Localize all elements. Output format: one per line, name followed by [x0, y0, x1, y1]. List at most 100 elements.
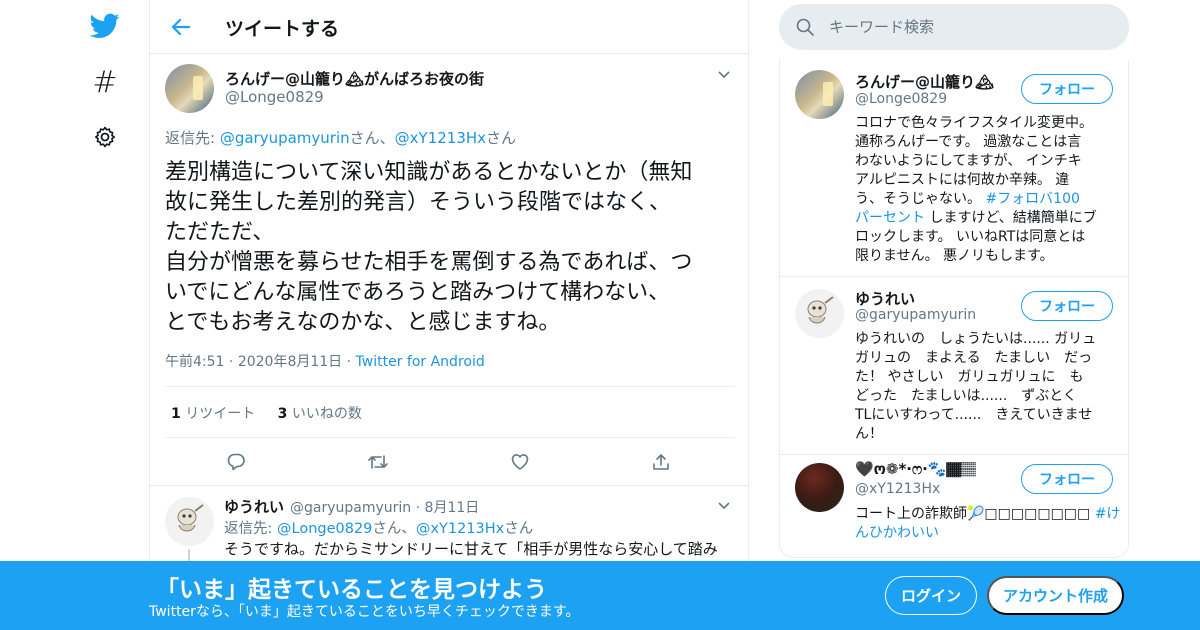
bio-line: わないようにしてますが、 インチキ — [855, 153, 1082, 169]
reply-user-link[interactable]: @garyupamyurin — [220, 129, 350, 147]
author-name[interactable]: ゆうれい — [224, 496, 284, 517]
follow-button[interactable]: フォロー — [1021, 74, 1113, 104]
tweet-text-line: 自分が憎悪を募らせた相手を罵倒する為であれば、つ — [165, 250, 693, 275]
reply-user-link[interactable]: @xY1213Hx — [395, 129, 486, 147]
user-bio: ゆうれいの しょうたいは...... ガリュ ガリュの まよえる たましい だっ… — [855, 330, 1117, 444]
avatar[interactable] — [165, 64, 214, 113]
gear-icon[interactable] — [80, 117, 130, 157]
signup-button[interactable]: アカウント作成 — [987, 576, 1124, 615]
related-users-panel: ろんげー@山籠り🏔 @Longe0829 フォロー コロナで色々ライフスタイル変… — [779, 60, 1129, 558]
chevron-down-icon[interactable] — [716, 66, 736, 86]
author-handle[interactable]: @garyupamyurin — [290, 500, 411, 516]
tweet-time[interactable]: 午前4:51 — [165, 354, 224, 370]
user-card[interactable]: ろんげー@山籠り🏔 @Longe0829 フォロー コロナで色々ライフスタイル変… — [780, 60, 1128, 277]
search-bar — [779, 4, 1129, 50]
tweet-text-line: とでもお考えなのかな、と感じますね。 — [165, 310, 561, 335]
main-tweet: ろんげー@山籠り🏔がんばろお夜の街 @Longe0829 返信先: @garyu… — [150, 54, 748, 486]
tweet-text-line: 差別構造について深い知識があるとかないとか（無知 — [165, 160, 693, 185]
page-header: ツイートする — [150, 0, 748, 54]
user-bio: コート上の詐欺師🎾□□□□□□□□ #け んひかわいい — [855, 505, 1120, 543]
bio-text: う、そうじゃない。 — [855, 191, 986, 207]
reply-user-link[interactable]: @xY1213Hx — [416, 521, 504, 537]
search-input[interactable] — [829, 4, 1109, 50]
page-title: ツイートする — [225, 18, 340, 40]
retweet-count: 1 — [171, 406, 181, 422]
reply-suffix: さん — [486, 129, 517, 147]
hashtag-link[interactable]: #フォロバ100 — [985, 191, 1079, 207]
reply-to: 返信先: @garyupamyurinさん、@xY1213Hxさん — [165, 127, 516, 148]
bio-line: パーセント しますけど、結構簡単にブ — [855, 209, 1117, 228]
hashtag-link[interactable]: んひかわいい — [855, 525, 939, 541]
bio-line: アルピニストには何故か辛辣。 違 — [855, 172, 1070, 188]
bio-line: 通称ろんげーです。 過激なことは言 — [855, 134, 1082, 150]
bio-line: TLにいすわって...... きえていきませ — [855, 407, 1093, 423]
reply-meta: @garyupamyurin · 8月11日 — [290, 500, 480, 516]
tweet-source[interactable]: Twitter for Android — [356, 354, 485, 370]
hashtag-link[interactable]: #け — [1095, 506, 1121, 522]
user-name[interactable]: 🖤ო❁*·ෆ·🐾🏾🏽 — [855, 460, 977, 478]
tweet-text-line: 故に発生した差別的発言）そういう段階ではなく、 — [165, 190, 672, 215]
search-icon — [795, 17, 815, 41]
retweet-icon[interactable] — [364, 448, 392, 476]
share-icon[interactable] — [647, 448, 675, 476]
bio-line: 限りません。 悪ノリもします。 — [855, 248, 1054, 264]
bio-line: コロナで色々ライフスタイル変更中。 — [855, 115, 1093, 131]
reply-prefix: 返信先: — [165, 129, 220, 147]
avatar[interactable] — [795, 70, 844, 119]
tweet-date[interactable]: 2020年8月11日 — [238, 354, 342, 370]
bio-line: どった たましいは...... ずぶとく — [855, 388, 1077, 404]
author-handle[interactable]: @Longe0829 — [225, 88, 324, 106]
bio-line: う、そうじゃない。 #フォロバ100 — [855, 190, 1117, 209]
user-handle[interactable]: @xY1213Hx — [855, 481, 940, 497]
hashtag-link[interactable]: パーセント — [855, 210, 925, 226]
reply-to: 返信先: @Longe0829さん、@xY1213Hxさん — [224, 517, 533, 538]
user-name[interactable]: ろんげー@山籠り🏔 — [855, 71, 994, 92]
reply-prefix: 返信先: — [224, 521, 277, 537]
reply-sep: さん、 — [372, 521, 416, 537]
bio-line: ロックします。 いいねRTは同意とは — [855, 229, 1086, 245]
tweet-text-line: ただただ、 — [165, 220, 275, 245]
left-nav: # — [80, 0, 130, 630]
bio-line: ガリュの まよえる たましい だっ — [855, 350, 1093, 366]
user-card[interactable]: ゆうれい @garyupamyurin フォロー ゆうれいの しょうたいは...… — [780, 277, 1128, 455]
tweet-stats: 1 リツイート 3 いいねの数 — [165, 386, 735, 438]
tweet-actions — [165, 448, 735, 476]
reply-user-link[interactable]: @Longe0829 — [277, 521, 372, 537]
avatar[interactable] — [795, 463, 844, 512]
main-column: ツイートする ろんげー@山籠り🏔がんばろお夜の街 @Longe0829 返信先:… — [149, 0, 749, 630]
author-name[interactable]: ろんげー@山籠り🏔がんばろお夜の街 — [225, 68, 484, 89]
reply-suffix: さん — [504, 521, 534, 537]
bio-line: んひかわいい — [855, 524, 1117, 543]
login-button[interactable]: ログイン — [885, 576, 977, 615]
bio-line: た！ やさしい ガリュガリュに も — [855, 369, 1084, 385]
follow-button[interactable]: フォロー — [1021, 464, 1113, 494]
tweet-meta: 午前4:51 · 2020年8月11日 · Twitter for Androi… — [165, 354, 485, 370]
retweet-count-link[interactable]: 1 リツイート — [171, 406, 255, 422]
tweet-date[interactable]: 8月11日 — [425, 500, 480, 516]
back-arrow-icon[interactable] — [166, 12, 196, 42]
bio-line: ゆうれいの しょうたいは...... ガリュ — [855, 331, 1097, 347]
reply-text: そうですね。だからミサンドリーに甘えて「相手が男性なら安心して踏み — [224, 540, 718, 558]
follow-button[interactable]: フォロー — [1021, 291, 1113, 321]
avatar[interactable] — [795, 289, 844, 338]
heart-icon[interactable] — [506, 448, 534, 476]
twitter-bird-icon[interactable] — [80, 6, 130, 46]
user-name[interactable]: ゆうれい — [855, 288, 915, 309]
avatar[interactable] — [165, 497, 214, 546]
user-handle[interactable]: @garyupamyurin — [855, 307, 976, 323]
user-handle[interactable]: @Longe0829 — [855, 91, 947, 107]
retweet-label: リツイート — [180, 406, 256, 422]
bio-text: コート上の詐欺師🎾□□□□□□□□ — [855, 506, 1095, 522]
tweet-text-line: いでにどんな属性であろうと踏みつけて構わない、 — [165, 280, 671, 305]
user-bio: コロナで色々ライフスタイル変更中。 通称ろんげーです。 過激なことは言 わないよ… — [855, 114, 1117, 266]
banner-title: 「いま」起きていることを見つけよう — [156, 577, 547, 603]
banner-subtitle: Twitterなら、「いま」起きていることをいち早くチェックできます。 — [149, 604, 580, 620]
hashtag-icon[interactable]: # — [80, 62, 130, 102]
chevron-down-icon[interactable] — [716, 497, 736, 517]
like-count-link[interactable]: 3 いいねの数 — [278, 406, 362, 422]
bio-line: コート上の詐欺師🎾□□□□□□□□ #け — [855, 505, 1120, 524]
bio-line: ん！ — [855, 426, 883, 442]
reply-icon[interactable] — [222, 448, 250, 476]
user-card[interactable]: 🖤ო❁*·ෆ·🐾🏾🏽 @xY1213Hx フォロー コート上の詐欺師🎾□□□□□… — [780, 455, 1128, 557]
tweet-text: 差別構造について深い知識があるとかないとか（無知 故に発生した差別的発言）そうい… — [165, 158, 735, 338]
